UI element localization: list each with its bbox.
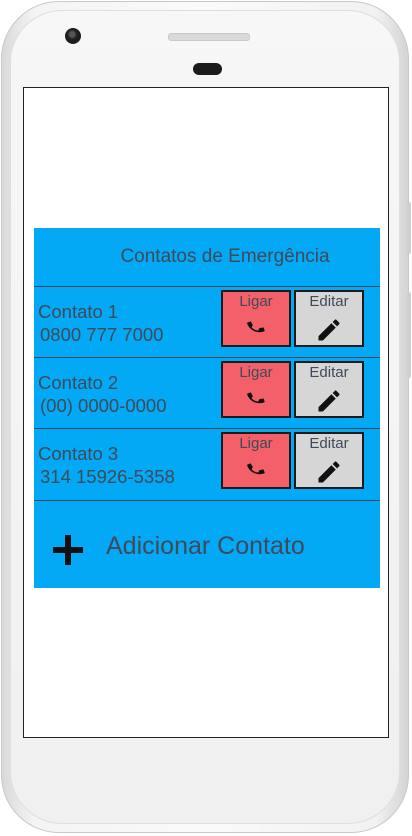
add-contact-button[interactable]: Adicionar Contato [34,500,380,588]
contact-phone: (00) 0000-0000 [40,395,167,416]
front-camera [65,28,81,44]
contact-phone: 314 15926-5358 [40,466,175,487]
edit-button-label: Editar [309,293,349,310]
call-button[interactable]: Ligar [221,290,291,347]
edit-button-label: Editar [309,435,349,452]
contact-row: Contato 2 (00) 0000-0000 Ligar Editar [34,357,380,428]
add-contact-label: Adicionar Contato [106,532,305,560]
sensor-pill [193,63,222,75]
app-screen: Contatos de Emergência Contato 1 0800 77… [23,87,389,738]
contact-name: Contato 3 [38,443,119,464]
call-button[interactable]: Ligar [221,361,291,418]
contact-phone: 0800 777 7000 [40,324,164,345]
emergency-contacts-panel: Contatos de Emergência Contato 1 0800 77… [34,228,380,588]
call-button-label: Ligar [239,364,273,381]
contact-row: Contato 1 0800 777 7000 Ligar Editar [34,286,380,357]
edit-button[interactable]: Editar [294,432,364,489]
earpiece-speaker [168,33,250,41]
volume-button [407,202,411,254]
call-button-label: Ligar [239,435,273,452]
contact-row: Contato 3 314 15926-5358 Ligar Editar [34,428,380,499]
power-button [407,292,411,378]
pencil-icon [315,387,343,420]
edit-button[interactable]: Editar [294,361,364,418]
phone-icon [245,387,267,414]
plus-icon [52,534,84,570]
phone-icon [245,316,267,343]
edit-button[interactable]: Editar [294,290,364,347]
call-button-label: Ligar [239,293,273,310]
contact-name: Contato 1 [38,301,119,322]
edit-button-label: Editar [309,364,349,381]
contact-name: Contato 2 [38,372,119,393]
pencil-icon [315,316,343,349]
call-button[interactable]: Ligar [221,432,291,489]
pencil-icon [315,458,343,491]
phone-icon [245,458,267,485]
page-title: Contatos de Emergência [120,246,330,267]
